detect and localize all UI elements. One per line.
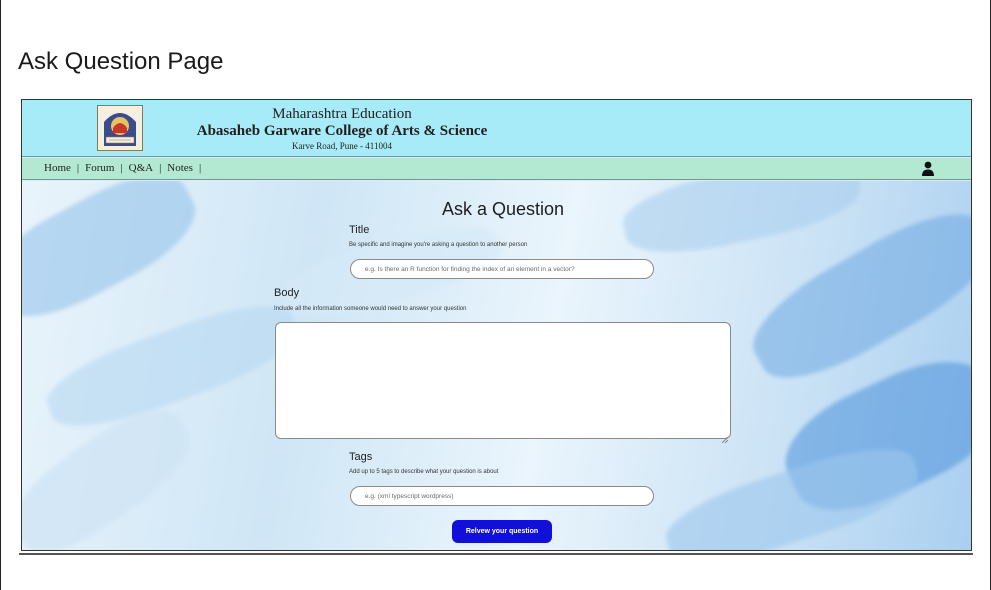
bottom-divider [19, 553, 973, 555]
slide-title: Ask Question Page [18, 48, 224, 75]
header-org: Maharashtra Education [272, 106, 412, 122]
header-college-name: Abasaheb Garware College of Arts & Scien… [196, 123, 488, 139]
resize-grip-icon[interactable] [721, 430, 729, 444]
body-textarea[interactable] [275, 322, 731, 439]
nav-separator: | [76, 162, 80, 174]
ask-question-area: Ask a Question Title Be specific and ima… [22, 181, 971, 550]
header-address: Karve Road, Pune - 411004 [292, 141, 392, 151]
question-form: Ask a Question Title Be specific and ima… [22, 181, 971, 550]
tags-input[interactable] [350, 486, 654, 506]
nav-home[interactable]: Home [44, 162, 71, 174]
tags-label: Tags [349, 451, 373, 463]
nav-menu: Home | Forum | Q&A | Notes | [44, 162, 207, 174]
body-hint: Include all the information someone woul… [274, 306, 467, 312]
nav-separator: | [198, 162, 202, 174]
nav-notes[interactable]: Notes [167, 162, 193, 174]
college-name-block: Maharashtra Education Abasaheb Garware C… [22, 106, 662, 152]
title-hint: Be specific and imagine you're asking a … [349, 242, 528, 248]
title-label: Title [349, 224, 370, 236]
site-header: Maharashtra Education Abasaheb Garware C… [22, 100, 971, 157]
site-nav: Home | Forum | Q&A | Notes | [22, 158, 971, 180]
user-icon[interactable] [921, 161, 935, 176]
body-label: Body [274, 287, 300, 299]
nav-forum[interactable]: Forum [85, 162, 114, 174]
nav-separator: | [159, 162, 162, 174]
nav-qa[interactable]: Q&A [129, 162, 153, 174]
nav-separator: | [120, 162, 123, 174]
tags-hint: Add up to 5 tags to describe what your q… [349, 469, 499, 475]
title-input[interactable] [350, 259, 654, 279]
review-question-button[interactable]: Relvew your question [452, 520, 552, 543]
website-screenshot: Maharashtra Education Abasaheb Garware C… [21, 99, 972, 551]
form-heading: Ask a Question [442, 199, 565, 219]
